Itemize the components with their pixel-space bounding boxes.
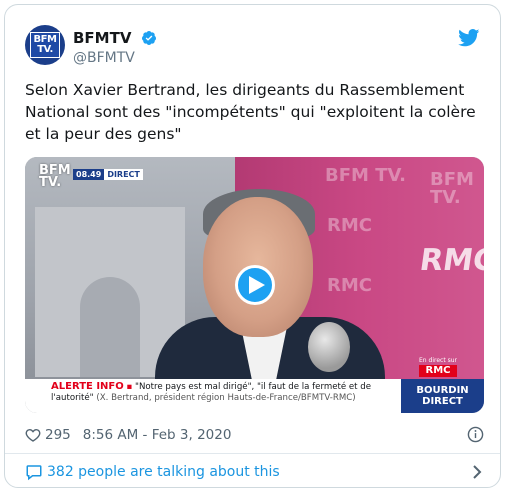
wall-logo-1: BFM TV. [325,165,406,186]
show-name-box: BOURDIN DIRECT [401,379,484,413]
talking-count-text[interactable]: 382 people are talking about this [47,464,280,480]
verified-badge-icon [141,30,156,45]
avatar-text-line2: TV. [37,44,53,55]
like-count[interactable]: 295 [45,427,71,443]
show-name-line2: DIRECT [422,396,463,407]
alert-strip: ALERTE INFO ▪ "Notre pays est mal dirigé… [25,379,401,413]
user-handle[interactable]: @BFMTV [73,50,157,66]
bfm-channel-logo: BFM TV. [39,164,71,190]
avatar-logo: BFM TV. [30,32,60,58]
rmc-live-badge: En direct sur RMC [419,357,457,377]
tweet-timestamp[interactable]: 8:56 AM - Feb 3, 2020 [83,427,232,443]
lower-third-banner: ALERTE INFO ▪ "Notre pays est mal dirigé… [25,379,484,413]
wall-logo-4: BFM TV. [430,169,474,208]
alert-bullet: ▪ [126,382,133,392]
show-name-line1: BOURDIN [416,385,469,396]
live-label: DIRECT [104,169,143,180]
bfm-logo-line2: TV. [39,175,62,190]
play-button[interactable] [235,265,275,305]
chevron-right-icon[interactable] [472,465,482,479]
author-block[interactable]: BFMTV @BFMTV [73,27,157,66]
video-player[interactable]: BFM TV. RMC RMC BFM TV. RMC BFM TV. 08.4… [25,157,484,413]
info-icon[interactable] [467,426,484,443]
rmc-live-caption: En direct sur [419,357,457,364]
alert-source: (X. Bertrand, président région Hauts-de-… [96,393,356,403]
microphone [308,322,350,372]
live-time-badge: 08.49 DIRECT [73,169,143,180]
conversation-link[interactable]: 382 people are talking about this [25,461,484,483]
rmc-logo: RMC [419,365,457,377]
display-name[interactable]: BFMTV [73,29,131,47]
tweet-card: BFM TV. BFMTV @BFMTV Selon Xavier Bertra… [4,4,501,488]
divider [5,453,500,454]
heart-icon[interactable] [25,427,41,443]
wall-logo-3: RMC [327,275,372,296]
avatar[interactable]: BFM TV. [25,25,65,65]
twitter-bird-icon[interactable] [458,29,480,47]
speech-bubble-icon [26,465,42,481]
tweet-text: Selon Xavier Bertrand, les dirigeants du… [25,81,476,143]
alert-label: ALERTE INFO [51,381,124,392]
wall-rmc-logo: RMC [417,243,484,278]
tweet-header: BFM TV. BFMTV @BFMTV [5,5,500,66]
wall-logo-2: RMC [327,215,372,236]
broadcast-time: 08.49 [73,169,105,180]
tweet-meta: 295 8:56 AM - Feb 3, 2020 [25,425,484,445]
play-icon [248,276,265,294]
